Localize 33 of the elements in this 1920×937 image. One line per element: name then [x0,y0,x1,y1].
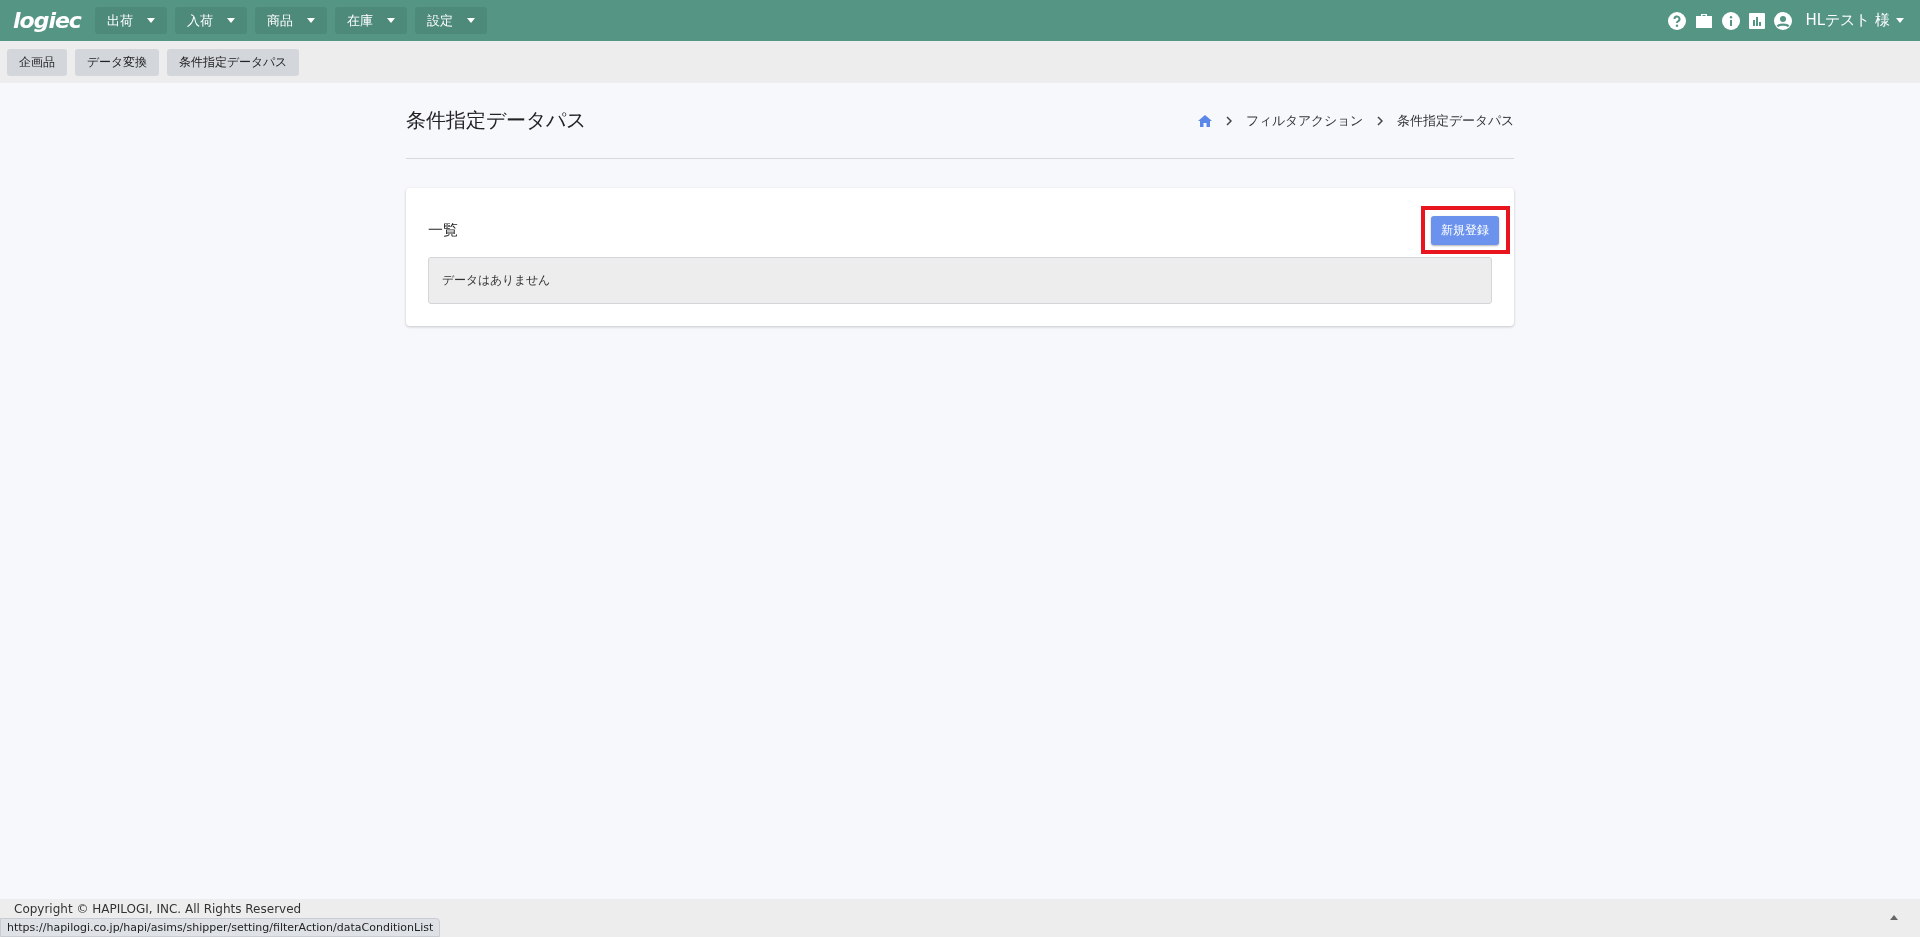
copyright-text: Copyright © HAPILOGI, INC. All Rights Reserved [14,902,302,916]
caret-icon [226,18,235,23]
status-url: https://hapilogi.co.jp/hapi/asims/shipper/setting/filterAction/dataConditionList [0,918,441,937]
shortcut-tab[interactable]: 企画品 [7,48,67,76]
caret-icon [306,18,315,23]
nav-menu[interactable]: 在庫 [334,7,407,34]
nav-menu[interactable]: 商品 [254,7,327,34]
nav-menu[interactable]: 設定 [414,7,487,34]
shortcut-tab[interactable]: 条件指定データパス [167,48,299,76]
info-icon[interactable] [1721,11,1740,30]
scroll-up-icon[interactable] [1890,915,1898,920]
user-menu[interactable]: HLテスト 様 [1799,10,1910,31]
bar-chart-icon[interactable] [1748,12,1765,29]
shortcut-tab[interactable]: データ変換 [75,48,159,76]
chevron-right-icon [1226,115,1232,126]
caret-icon [146,18,155,23]
nav-menu[interactable]: 出荷 [94,7,167,34]
card-title: 一覧 [428,221,458,240]
caret-icon [1896,18,1904,23]
home-icon[interactable] [1198,114,1212,127]
caret-icon [386,18,395,23]
user-icon[interactable] [1773,11,1792,30]
empty-message: データはありません [428,257,1492,304]
new-register-button[interactable]: 新規登録 [1431,216,1499,245]
chevron-right-icon [1377,115,1383,126]
page-title: 条件指定データパス [406,107,587,134]
briefcase-icon[interactable] [1694,12,1713,29]
breadcrumb-link[interactable]: フィルタアクション [1246,111,1363,130]
breadcrumb-current: 条件指定データパス [1397,111,1514,130]
nav-menu[interactable]: 入荷 [174,7,247,34]
logo: logiec [13,8,81,33]
help-icon[interactable] [1667,11,1686,30]
caret-icon [466,18,475,23]
